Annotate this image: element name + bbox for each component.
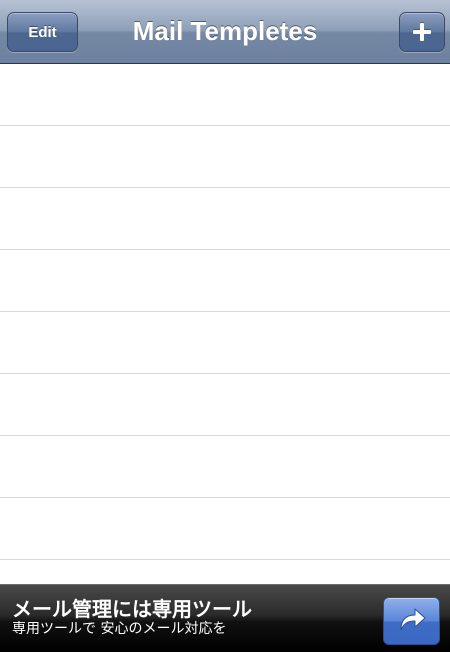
table-row[interactable] (0, 188, 450, 250)
table-row[interactable] (0, 126, 450, 188)
add-template-button[interactable] (399, 12, 445, 52)
share-arrow-icon (397, 606, 427, 637)
table-row[interactable] (0, 312, 450, 374)
ad-action-button[interactable] (383, 597, 440, 645)
navigation-bar: Edit Mail Templetes (0, 0, 450, 64)
plus-icon (413, 23, 431, 41)
page-title: Mail Templetes (132, 16, 318, 46)
ad-subtitle: 専用ツールで 安心のメール対応を (12, 621, 227, 637)
ad-banner[interactable]: メール管理には専用ツール 専用ツールで 安心のメール対応を (0, 584, 450, 652)
table-row[interactable] (0, 64, 450, 126)
table-row[interactable] (0, 436, 450, 498)
table-row[interactable] (0, 250, 450, 312)
table-row[interactable] (0, 498, 450, 560)
table-row[interactable] (0, 374, 450, 436)
templates-table (0, 64, 450, 584)
